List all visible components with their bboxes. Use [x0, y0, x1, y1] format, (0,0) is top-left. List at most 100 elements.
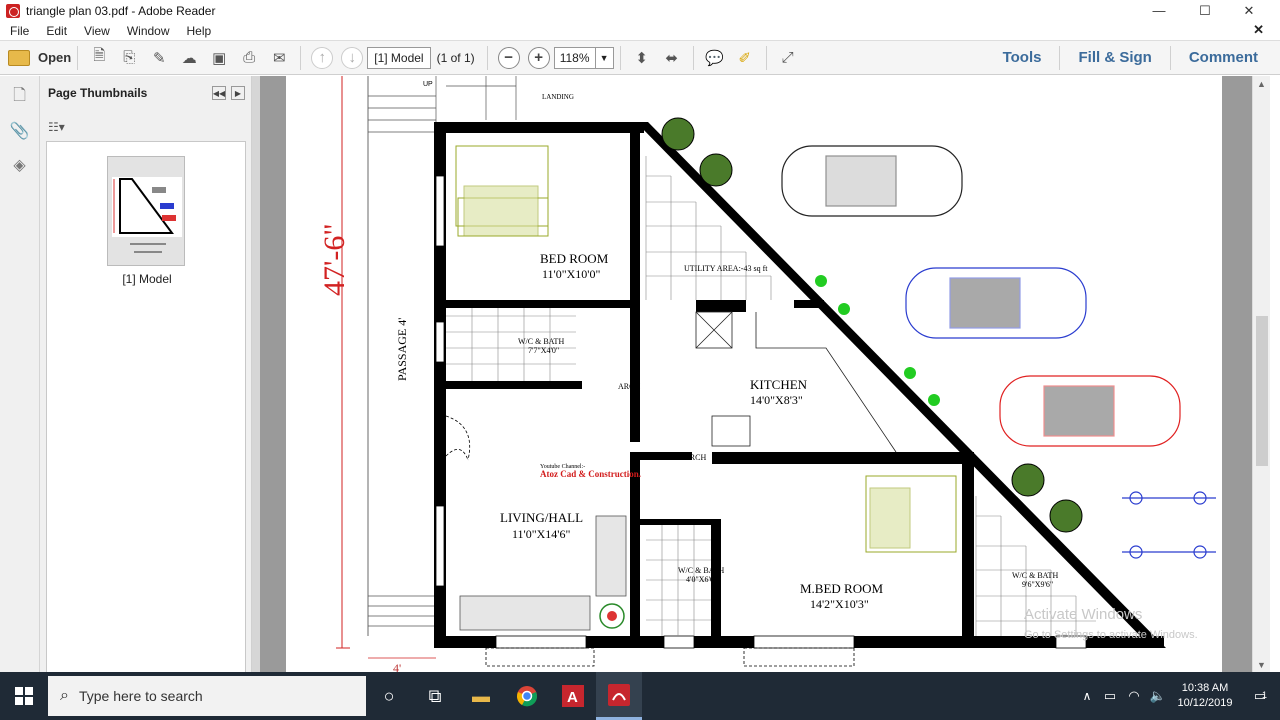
expand-panel-icon[interactable]: ▶ [231, 86, 245, 100]
close-document-icon[interactable]: ✕ [1253, 22, 1264, 38]
pdf-page: 47'-6" 4' UP LANDING PASSAGE 4' BED ROOM… [286, 76, 1222, 672]
wc1-label: W/C & BATH [518, 337, 564, 346]
wc2-label: W/C & BATH [678, 566, 724, 575]
taskbar-search-box[interactable]: ⌕ Type here to search [48, 676, 366, 716]
close-button[interactable]: ✕ [1226, 0, 1272, 21]
wc1-size: 7'7"X4'0" [528, 346, 559, 355]
title-bar: triangle plan 03.pdf - Adobe Reader — ☐ … [0, 0, 1280, 21]
car-black [781, 145, 963, 217]
car-blue [905, 267, 1087, 339]
window-title: triangle plan 03.pdf - Adobe Reader [26, 3, 216, 18]
mbed-size: 14'2"X10'3" [810, 597, 869, 611]
file-explorer-icon[interactable]: ▬ [458, 672, 504, 720]
windows-taskbar: ⌕ Type here to search ○ ⧉ ▬ A ∧ ▭ ◠ 🔈 10… [0, 672, 1280, 720]
navigation-rail: 🗋 📎 ◈ [0, 76, 40, 672]
page-thumbnail[interactable] [107, 156, 185, 266]
open-label: Open [38, 50, 72, 65]
system-tray: ∧ ▭ ◠ 🔈 10:38 AM 10/12/2019 ▭ 1 [1076, 672, 1280, 720]
thumbnail-options-icon[interactable]: ☷▾ [48, 120, 65, 134]
floor-plan-drawing: 47'-6" 4' UP LANDING PASSAGE 4' BED ROOM… [318, 76, 1216, 672]
zoom-value: 118% [559, 50, 590, 65]
next-page-icon[interactable]: ↓ [341, 46, 364, 69]
svg-text:A: A [567, 689, 578, 706]
activate-windows-sub: Go to Settings to activate Windows. [1024, 629, 1198, 641]
layers-icon[interactable]: ◈ [9, 154, 31, 176]
edit-pdf-icon[interactable]: ⎘ [116, 45, 142, 71]
search-icon: ⌕ [60, 687, 69, 704]
page-number-field[interactable]: [1] Model [367, 46, 431, 69]
scroll-up-icon[interactable]: ▲ [1257, 79, 1266, 89]
adobe-reader-icon [6, 3, 20, 18]
notifications-icon[interactable]: ▭ 1 [1240, 672, 1280, 720]
email-icon[interactable]: ✉ [266, 45, 292, 71]
task-view-icon[interactable]: ⧉ [412, 672, 458, 720]
print-icon[interactable]: ⎙ [236, 45, 262, 71]
shrubs-group [815, 275, 940, 406]
battery-icon[interactable]: ▭ [1098, 672, 1122, 720]
menu-file[interactable]: File [0, 24, 36, 38]
chevron-up-icon[interactable]: ∧ [1076, 672, 1098, 720]
minimize-button[interactable]: — [1136, 0, 1182, 21]
notification-count: 1 [1262, 690, 1268, 700]
scrollbar-thumb[interactable] [1256, 316, 1268, 466]
cortana-icon[interactable]: ○ [366, 672, 412, 720]
menu-help[interactable]: Help [177, 24, 219, 38]
zoom-select[interactable]: 118% ▼ [553, 46, 614, 69]
adobe-reader-taskbar-icon[interactable] [596, 672, 642, 720]
fit-page-icon[interactable]: ⬍ [629, 45, 655, 71]
width-dimension-text: 4' [393, 661, 401, 672]
page-thumbnails-icon[interactable]: 🗋 [9, 86, 31, 108]
panel-splitter[interactable] [252, 76, 260, 672]
scroll-down-icon[interactable]: ▼ [1257, 660, 1266, 670]
menu-edit[interactable]: Edit [36, 24, 74, 38]
menu-view[interactable]: View [74, 24, 117, 38]
page-count: (1 of 1) [436, 50, 475, 65]
upload-cloud-icon[interactable]: ☁ [176, 45, 202, 71]
chrome-icon[interactable] [504, 672, 550, 720]
toolbar-divider [300, 45, 302, 70]
plant-flower [607, 611, 617, 621]
toolbar-divider [486, 45, 488, 70]
search-placeholder: Type here to search [78, 688, 203, 704]
autocad-icon[interactable]: A [550, 672, 596, 720]
stair-up-text: UP [423, 81, 433, 88]
highlight-icon[interactable]: ✐ [732, 45, 758, 71]
sign-document-icon[interactable]: ✎ [146, 45, 172, 71]
toolbar-divider [1059, 45, 1061, 70]
clock-date: 10/12/2019 [1177, 697, 1233, 709]
height-dimension-text: 47'-6" [318, 223, 351, 296]
vertical-scrollbar[interactable]: ▲ ▼ [1252, 76, 1270, 672]
toolbar-divider [692, 45, 694, 70]
wifi-icon[interactable]: ◠ [1122, 672, 1146, 720]
maximize-button[interactable]: ☐ [1182, 0, 1228, 21]
clock[interactable]: 10:38 AM 10/12/2019 [1170, 681, 1240, 711]
volume-icon[interactable]: 🔈 [1146, 672, 1170, 720]
clock-time: 10:38 AM [1181, 682, 1229, 694]
create-pdf-icon[interactable]: 🗎 [86, 45, 112, 71]
wc3-label: W/C & BATH [1012, 571, 1058, 580]
thumbnails-panel: Page Thumbnails ◀◀ ▶ ☷▾ [1] Model [40, 76, 252, 673]
fit-width-icon[interactable]: ⬌ [659, 45, 685, 71]
motorbikes [1122, 491, 1216, 559]
start-button[interactable] [0, 672, 48, 720]
document-area: 47'-6" 4' UP LANDING PASSAGE 4' BED ROOM… [260, 76, 1252, 672]
previous-page-icon[interactable]: ↑ [311, 46, 334, 69]
comment-link[interactable]: Comment [1177, 49, 1280, 66]
toolbar: Open 🗎 ⎘ ✎ ☁ ▣ ⎙ ✉ ↑ ↓ [1] Model (1 of 1… [0, 40, 1280, 75]
sticky-note-icon[interactable]: 💬 [702, 45, 728, 71]
utility-label: UTILITY AREA:-43 sq ft [684, 264, 768, 273]
attachments-icon[interactable]: 📎 [9, 120, 31, 142]
full-screen-icon[interactable]: ⤢ [775, 45, 801, 71]
chevron-down-icon: ▼ [594, 47, 613, 68]
windows-logo-icon [15, 687, 33, 705]
fill-sign-link[interactable]: Fill & Sign [1066, 49, 1163, 66]
collapse-panel-icon[interactable]: ◀◀ [212, 86, 226, 100]
open-button[interactable]: Open [8, 49, 72, 66]
channel-label: Atoz Cad & Construction. [540, 469, 641, 479]
save-icon[interactable]: ▣ [206, 45, 232, 71]
arch-label-2: ARCH [684, 453, 706, 462]
zoom-in-icon[interactable]: + [527, 46, 550, 69]
menu-window[interactable]: Window [117, 24, 177, 38]
zoom-out-icon[interactable]: − [497, 46, 520, 69]
tools-link[interactable]: Tools [991, 49, 1054, 66]
